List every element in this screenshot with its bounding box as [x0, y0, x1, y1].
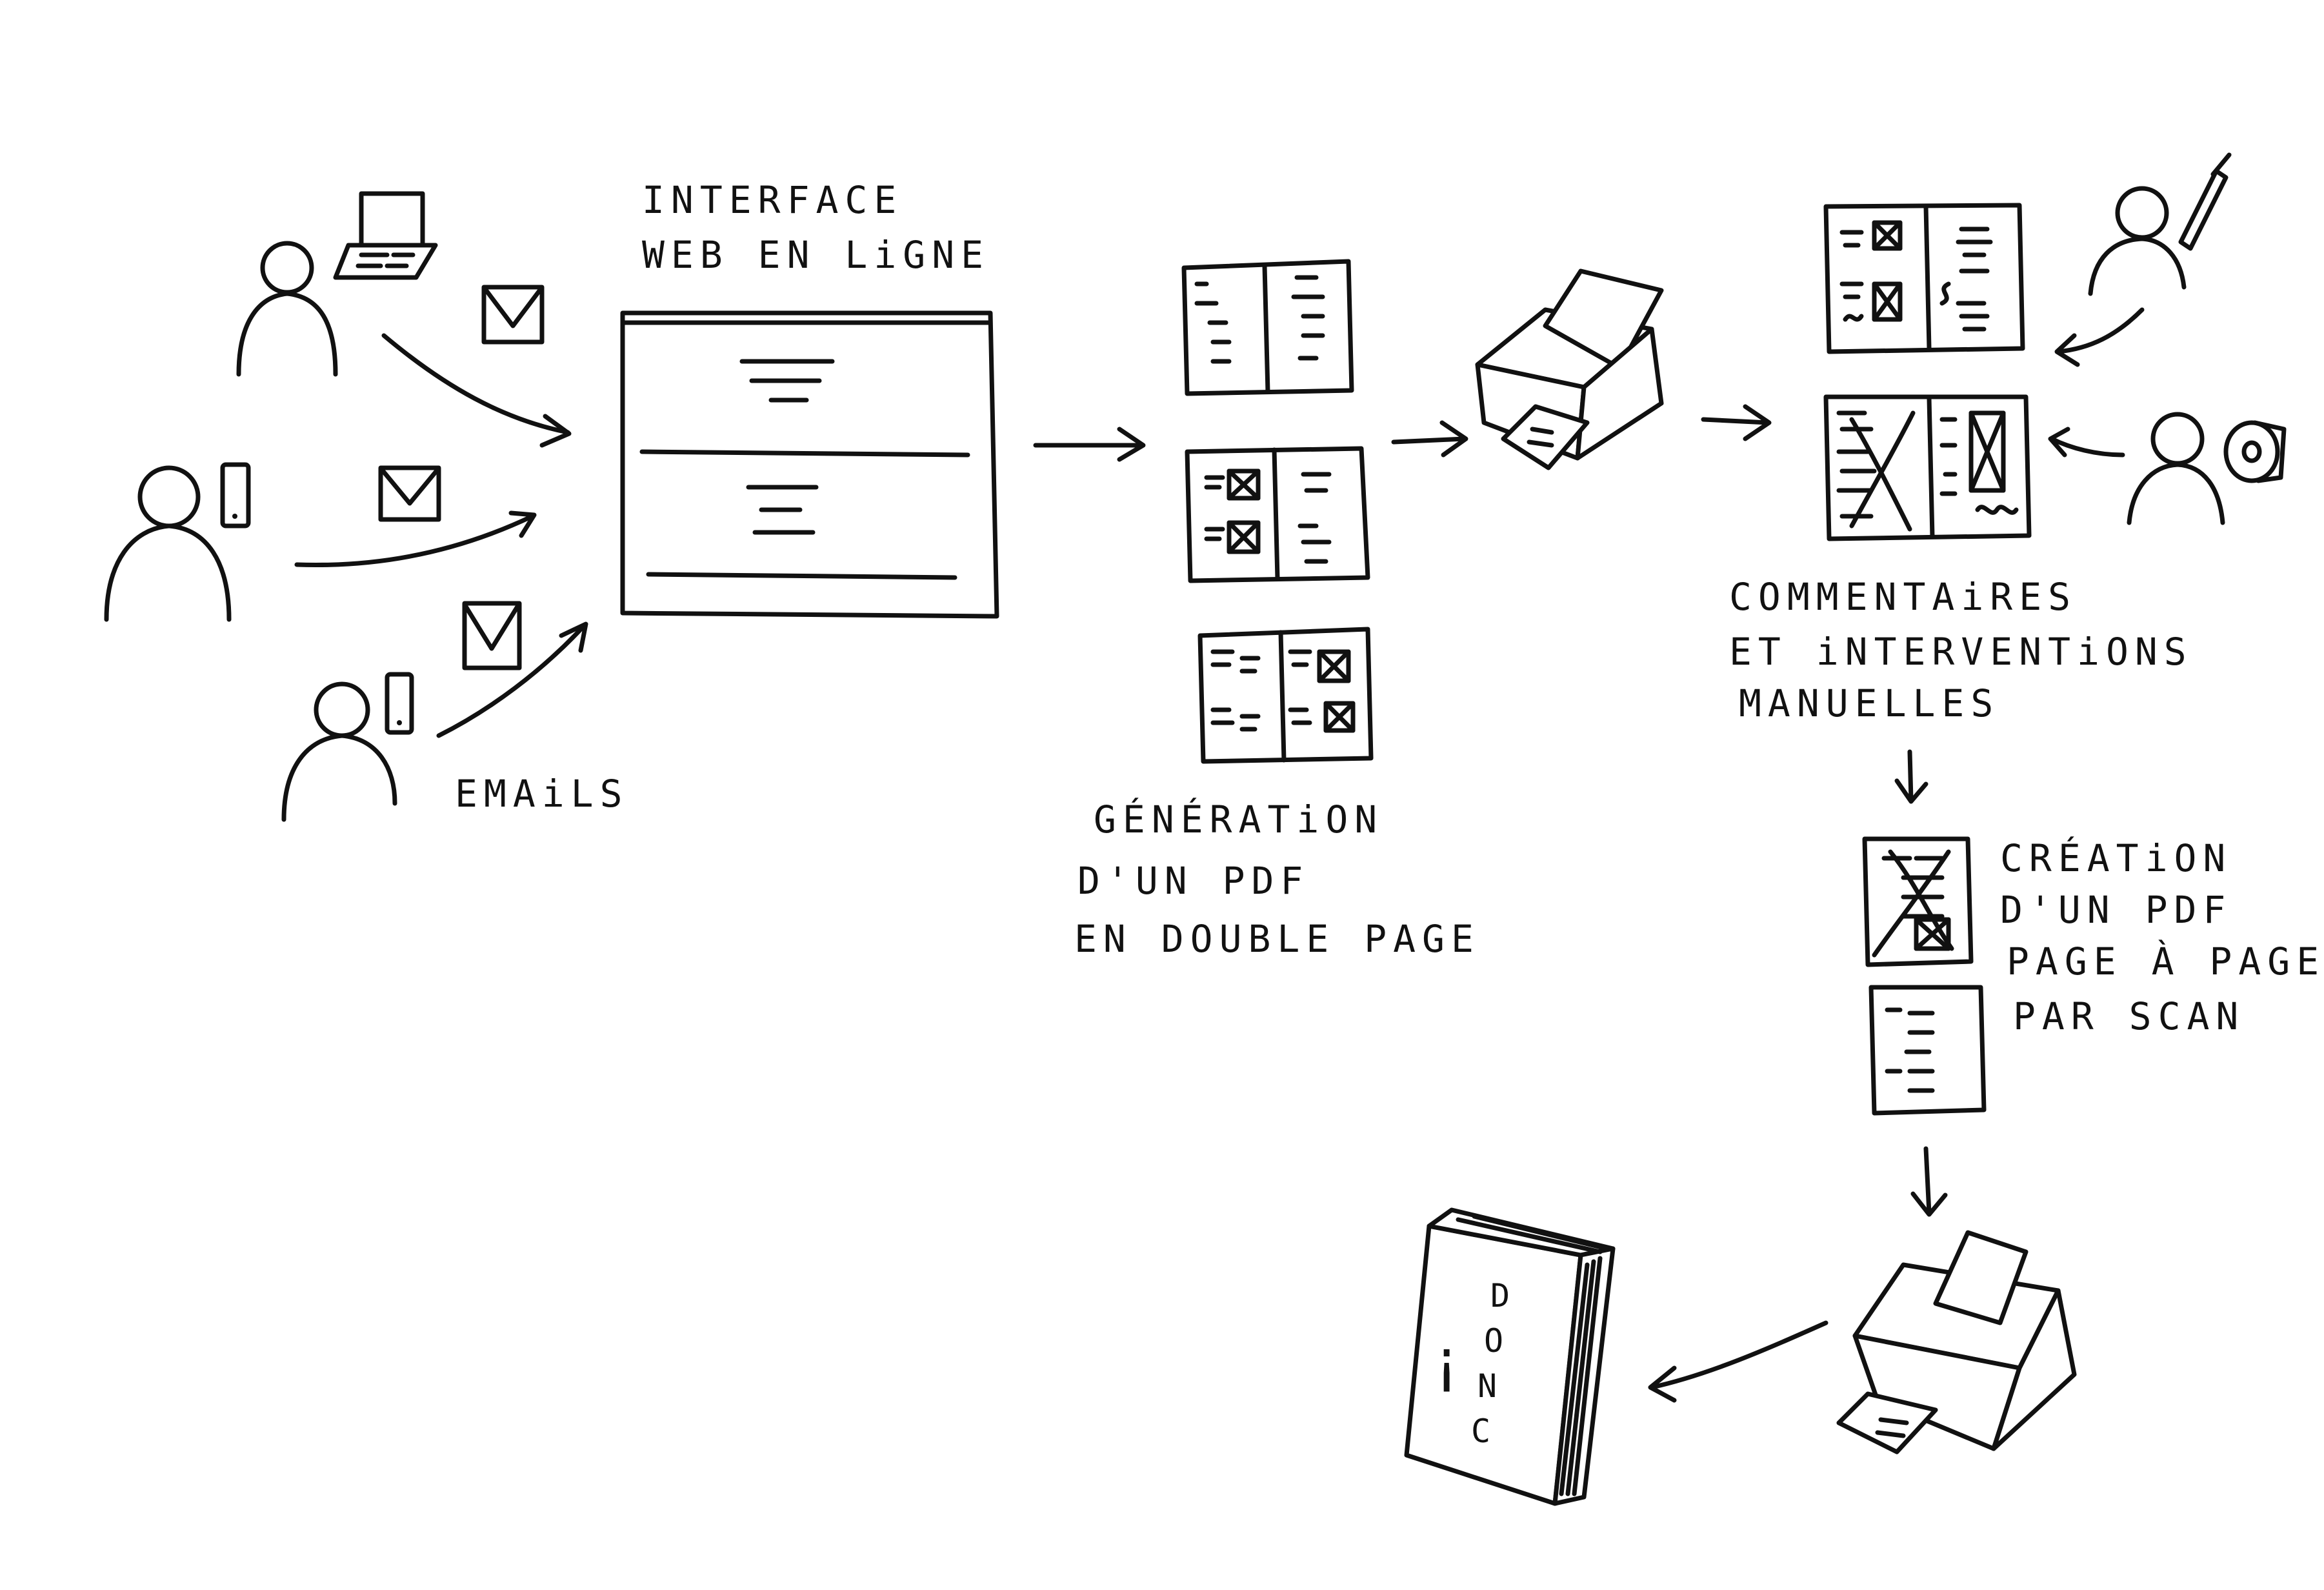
book-letter-d: D [1490, 1277, 1510, 1314]
arrow-email-to-interface [439, 624, 586, 736]
person-with-pen [2090, 188, 2184, 294]
book-letter-n: N [1478, 1367, 1497, 1405]
interface-label-line2: WEB EN LiGNE [642, 233, 990, 277]
commentaires-label-line2: ET iNTERVENTiONS [1729, 630, 2193, 674]
printed-spread [1826, 205, 2023, 352]
arrow-email-to-interface [384, 336, 569, 445]
book-letter-o: O [1484, 1322, 1503, 1360]
scanned-page-annotated [1865, 839, 1971, 965]
arrow-down-to-scan [1897, 752, 1926, 801]
pdf-spread-with-images [1187, 448, 1368, 581]
printer-icon [1839, 1233, 2074, 1452]
phone-icon [223, 465, 248, 526]
person-with-phone [106, 468, 229, 619]
arrow-pdf-to-printer [1394, 423, 1466, 455]
web-interface-window [623, 313, 997, 616]
arrow-person-to-spread [2057, 310, 2142, 365]
email-envelope-icon [381, 468, 439, 519]
arrow-printer-to-book [1650, 1323, 1826, 1400]
pdf-spread-with-images [1200, 629, 1371, 761]
book-inverted-exclamation: ¡ [1429, 1327, 1464, 1395]
creation-label-line3: PAGE À PAGE [2007, 939, 2324, 983]
commentaires-label-line1: COMMENTAiRES [1729, 575, 2077, 619]
interface-label-line1: INTERFACE [642, 178, 903, 222]
scanned-page-text [1871, 987, 1984, 1113]
book-letter-c: C [1471, 1413, 1490, 1450]
workflow-diagram: EMAiLS INTERFACE WEB EN LiGNE GÉNÉRATiON… [0, 0, 2324, 1590]
arrow-printer-to-annotated [1703, 407, 1769, 439]
person-with-phone [284, 684, 395, 820]
phone-icon [387, 674, 412, 732]
creation-label-line4: PAR SCAN [2013, 994, 2245, 1038]
arrow-interface-to-pdf [1036, 429, 1143, 459]
tape-roll-icon [2226, 423, 2284, 481]
emails-label: EMAiLS [455, 772, 629, 816]
email-envelope-icon [484, 287, 542, 342]
person-with-laptop [239, 243, 336, 374]
email-envelope-icon [465, 603, 519, 668]
generation-label-line3: EN DOUBLE PAGE [1074, 917, 1480, 961]
person-with-tape [2129, 414, 2223, 523]
pdf-spread-text-only [1184, 261, 1352, 394]
arrow-person-to-spread [2050, 429, 2123, 455]
annotated-spread [1826, 397, 2029, 539]
pen-icon [2181, 155, 2229, 248]
printer-icon [1478, 271, 1661, 468]
arrow-down-to-printer [1913, 1149, 1945, 1214]
generation-label-line2: D'UN PDF [1077, 859, 1309, 903]
generation-label-line1: GÉNÉRATiON [1094, 797, 1383, 841]
creation-label-line2: D'UN PDF [2000, 888, 2232, 932]
creation-label-line1: CRÉATiON [2000, 836, 2232, 880]
laptop-icon [336, 194, 436, 277]
commentaires-label-line3: MANUELLES [1739, 681, 1999, 725]
